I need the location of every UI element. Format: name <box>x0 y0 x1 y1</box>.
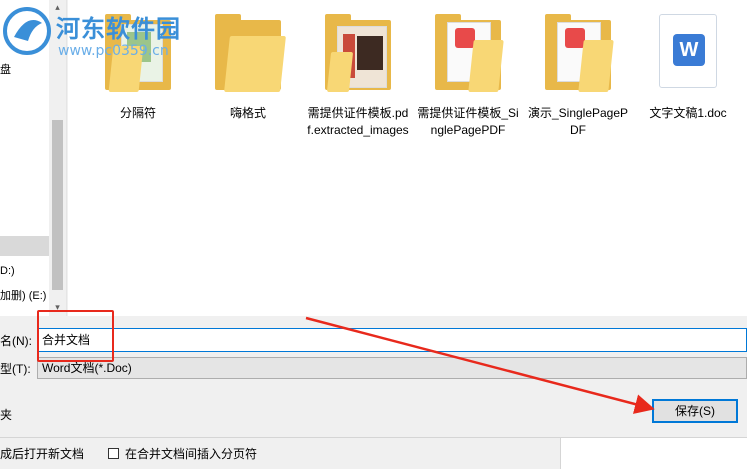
word-doc-icon: W <box>653 6 723 102</box>
file-name: 嗨格式 <box>229 106 266 120</box>
option-insert-pagebreak[interactable]: 在合并文档间插入分页符 <box>108 445 257 462</box>
nav-item-d-drive[interactable]: D:) <box>0 261 50 281</box>
filetype-label: 型(T): <box>0 362 31 376</box>
file-item[interactable]: 需提供证件模板.pdf.extracted_images <box>306 6 410 139</box>
watermark: 河东软件园 www.pc0359.cn <box>2 3 202 65</box>
folder-pdf-icon <box>543 6 614 102</box>
option-insert-pagebreak-label: 在合并文档间插入分页符 <box>125 447 258 461</box>
watermark-logo-icon <box>3 7 51 55</box>
nav-item-selected[interactable] <box>0 236 50 256</box>
file-name: 需提供证件模板.pdf.extracted_images <box>307 106 409 137</box>
file-item[interactable]: 需提供证件模板_SinglePagePDF <box>416 6 520 139</box>
folder-pdf-icon <box>433 6 504 102</box>
word-badge: W <box>673 34 705 66</box>
filename-label: 名(N): <box>0 334 32 348</box>
save-button[interactable]: 保存(S) <box>652 399 738 423</box>
folder-icon <box>213 6 286 102</box>
options-bar: 成后打开新文档 在合并文档间插入分页符 <box>0 437 560 469</box>
file-item[interactable]: 演示_SinglePagePDF <box>526 6 630 139</box>
file-name: 演示_SinglePagePDF <box>527 106 629 137</box>
hide-folders-toggle[interactable]: 夹 <box>0 406 12 423</box>
annotation-highlight-box <box>37 310 114 362</box>
file-name: 分隔符 <box>119 106 156 120</box>
watermark-text: 河东软件园 <box>56 14 181 43</box>
file-item[interactable]: W 文字文稿1.doc <box>636 6 740 122</box>
options-panel-right <box>560 437 747 469</box>
pagebreak-checkbox[interactable] <box>108 448 119 459</box>
file-name: 需提供证件模板_SinglePagePDF <box>417 106 519 137</box>
filetype-select[interactable]: Word文档(*.Doc) <box>37 357 747 379</box>
file-item[interactable]: 嗨格式 <box>196 6 300 122</box>
file-name: 文字文稿1.doc <box>649 106 727 120</box>
folder-icon <box>323 6 393 102</box>
watermark-url: www.pc0359.cn <box>58 43 169 59</box>
filename-input[interactable]: 合并文档 <box>37 328 747 352</box>
nav-item-e-drive[interactable]: 加删) (E:) <box>0 286 50 306</box>
nav-scroll-thumb[interactable] <box>52 120 63 290</box>
option-open-after-merge[interactable]: 成后打开新文档 <box>0 445 84 462</box>
